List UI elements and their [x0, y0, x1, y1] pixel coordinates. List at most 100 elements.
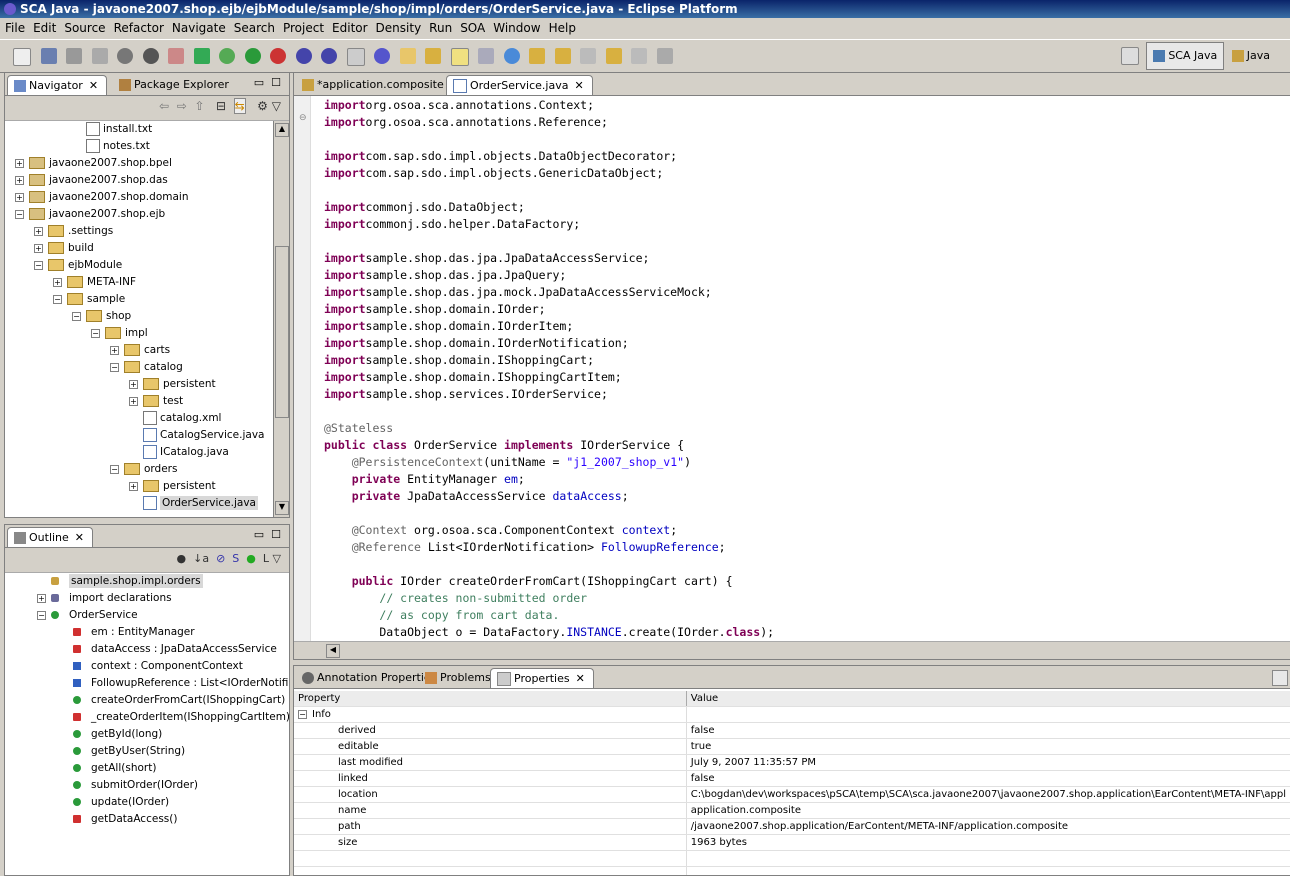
hide-non-public-icon[interactable]: ● [177, 552, 187, 565]
maximize-icon[interactable]: ☐ [271, 528, 281, 541]
expand-icon[interactable]: + [34, 226, 43, 236]
last-edit-icon[interactable] [580, 48, 596, 64]
binary-icon[interactable] [91, 48, 108, 64]
navigator-item[interactable]: + javaone2007.shop.bpel [15, 155, 172, 172]
menu-refactor[interactable]: Refactor [114, 21, 164, 35]
expand-icon[interactable]: + [15, 175, 24, 185]
outline-item[interactable]: getDataAccess() [59, 811, 177, 828]
menu-file[interactable]: File [5, 21, 25, 35]
property-row[interactable]: linked false [294, 770, 1290, 787]
tab-outline[interactable]: Outline ✕ [7, 527, 94, 547]
new-icon[interactable] [13, 48, 31, 66]
navigator-item[interactable]: + javaone2007.shop.domain [15, 189, 188, 206]
editor-hscrollbar[interactable]: ◀ [294, 641, 1290, 659]
outline-item[interactable]: getAll(short) [59, 760, 156, 777]
outline-item[interactable]: sample.shop.impl.orders [37, 573, 203, 590]
navigator-item[interactable]: CatalogService.java [129, 427, 264, 444]
debug-icon[interactable] [219, 48, 235, 64]
value-header[interactable]: Value [686, 691, 1290, 707]
expand-icon[interactable]: + [37, 593, 46, 603]
collapse-all-icon[interactable]: ⊟ [216, 99, 226, 113]
navigator-item[interactable]: − javaone2007.shop.ejb [15, 206, 165, 223]
back-arrow-icon[interactable]: ⇦ [159, 99, 169, 113]
sca-wire-icon[interactable] [321, 48, 337, 64]
menu-edit[interactable]: Edit [33, 21, 56, 35]
maximize-icon[interactable]: ☐ [271, 76, 281, 89]
view-menu-icon[interactable]: ▽ [272, 99, 281, 113]
pin-icon[interactable] [656, 48, 673, 64]
expand-icon[interactable]: + [53, 277, 62, 287]
collapse-icon[interactable]: − [34, 260, 43, 270]
property-header[interactable]: Property [294, 691, 687, 707]
link-editor-icon[interactable]: ⇆ [233, 98, 246, 114]
property-row[interactable]: location C:\bogdan\dev\workspaces\pSCA\te… [294, 786, 1290, 803]
outline-item[interactable]: getById(long) [59, 726, 162, 743]
outline-item[interactable]: createOrderFromCart(IShoppingCart) [59, 692, 285, 709]
next-annotation-icon[interactable] [529, 48, 545, 64]
sort-icon[interactable]: ↓a [193, 552, 209, 565]
run-icon[interactable] [244, 48, 261, 64]
expand-icon[interactable]: + [15, 158, 24, 168]
close-icon[interactable]: ✕ [75, 531, 84, 544]
highlight-icon[interactable] [450, 48, 469, 66]
collapse-icon[interactable]: − [110, 362, 119, 372]
open-type-icon[interactable] [193, 48, 210, 64]
navigator-item[interactable]: ICatalog.java [129, 444, 229, 461]
navigator-item[interactable]: − ejbModule [34, 257, 122, 274]
menu-window[interactable]: Window [493, 21, 540, 35]
menu-navigate[interactable]: Navigate [172, 21, 226, 35]
collapse-icon[interactable]: − [72, 311, 81, 321]
minimize-icon[interactable]: ▭ [254, 528, 264, 541]
scroll-down-icon[interactable]: ▼ [275, 501, 289, 515]
back-icon[interactable] [605, 48, 622, 64]
menu-help[interactable]: Help [549, 21, 576, 35]
new-class-icon[interactable] [346, 48, 365, 66]
search-icon[interactable] [425, 48, 441, 64]
view-menu-icon[interactable]: ▽ [273, 552, 281, 565]
tab-properties[interactable]: Properties ✕ [490, 668, 594, 688]
tab-navigator[interactable]: Navigator ✕ [7, 75, 108, 95]
menu-editor[interactable]: Editor [332, 21, 368, 35]
hide-non-public-members-icon[interactable]: ● [246, 552, 256, 565]
perspective-sca-java[interactable]: SCA Java [1146, 42, 1225, 70]
menu-source[interactable]: Source [64, 21, 105, 35]
tab-package-explorer[interactable]: Package Explorer [113, 75, 237, 94]
hide-local-types-icon[interactable]: L [263, 552, 269, 565]
minimize-icon[interactable]: ▭ [254, 76, 264, 89]
menu-search[interactable]: Search [234, 21, 275, 35]
open-perspective-icon[interactable] [1120, 47, 1139, 65]
navigator-item[interactable]: − impl [91, 325, 148, 342]
navigator-item[interactable]: + carts [110, 342, 170, 359]
hide-static-icon[interactable]: S [232, 552, 239, 565]
navigator-item[interactable]: install.txt [72, 121, 152, 138]
outline-item[interactable]: FollowupReference : List<IOrderNotificat… [59, 675, 289, 692]
property-row[interactable]: size 1963 bytes [294, 834, 1290, 851]
outline-item[interactable]: + import declarations [37, 590, 172, 607]
show-categories-icon[interactable] [1272, 670, 1288, 686]
save-icon[interactable] [40, 48, 57, 64]
prev-annotation-icon[interactable] [554, 48, 571, 64]
expand-icon[interactable]: + [129, 481, 138, 491]
build-icon[interactable] [168, 48, 184, 64]
filter-icon[interactable]: ⚙ [257, 99, 268, 113]
scroll-thumb[interactable] [275, 246, 289, 418]
property-row[interactable]: editable true [294, 738, 1290, 755]
print-icon[interactable] [66, 48, 82, 64]
collapse-icon[interactable]: − [53, 294, 62, 304]
close-icon[interactable]: ✕ [89, 79, 98, 92]
navigator-item[interactable]: − orders [110, 461, 177, 478]
up-icon[interactable]: ⇧ [194, 99, 204, 113]
expand-icon[interactable]: + [110, 345, 119, 355]
gear-icon[interactable] [117, 48, 133, 64]
tab-orderservice-java[interactable]: OrderService.java ✕ [446, 75, 593, 95]
navigator-item[interactable]: + .settings [34, 223, 113, 240]
outline-item[interactable]: context : ComponentContext [59, 658, 243, 675]
scroll-left-icon[interactable]: ◀ [326, 644, 340, 658]
outline-item[interactable]: dataAccess : JpaDataAccessService [59, 641, 277, 658]
forward-arrow-icon[interactable]: ⇨ [177, 99, 187, 113]
fold-icon[interactable]: ⊖ [299, 113, 307, 123]
tab-application-composite[interactable]: *application.composite [296, 75, 452, 94]
navigator-item[interactable]: + build [34, 240, 94, 257]
perspective-java[interactable]: Java [1231, 49, 1270, 62]
cog-icon[interactable] [142, 48, 159, 64]
